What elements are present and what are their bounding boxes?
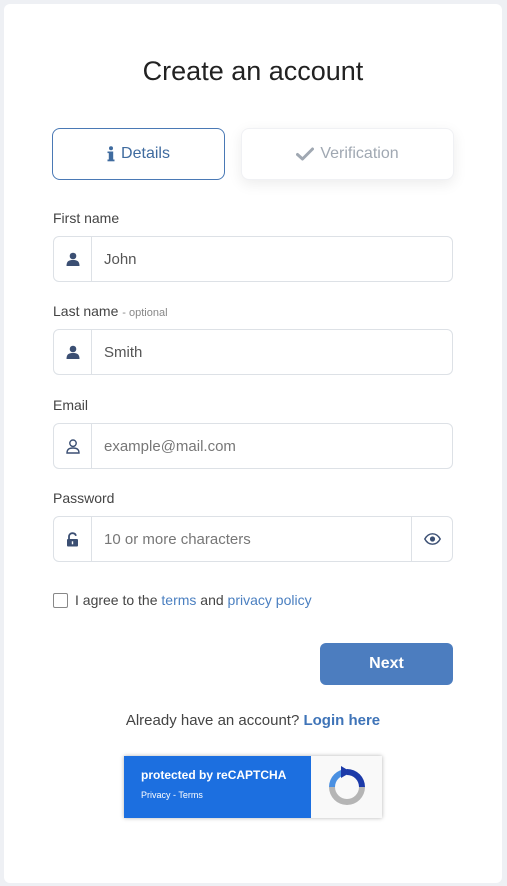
page-title: Create an account [142,56,364,86]
first-name-label: First name [53,210,120,226]
agree-row: I agree to the terms and privacy policy [53,592,312,608]
signup-card: Create an account Details Verification F… [4,4,502,883]
last-name-input[interactable]: Smith [92,330,452,374]
first-name-input[interactable]: John [92,237,452,281]
user-icon [54,330,92,374]
password-input[interactable]: 10 or more characters [92,517,411,561]
tab-verification[interactable]: Verification [241,128,454,180]
recaptcha-badge[interactable]: protected by reCAPTCHA Privacy - Terms [124,756,382,818]
recaptcha-terms-link[interactable]: Terms [178,790,203,800]
password-field[interactable]: 10 or more characters [53,516,453,562]
login-link[interactable]: Login here [303,712,380,729]
eye-icon[interactable] [411,517,452,561]
recaptcha-privacy-link[interactable]: Privacy [141,790,171,800]
next-button[interactable]: Next [320,643,453,685]
recaptcha-links: Privacy - Terms [141,790,311,800]
agree-and: and [200,592,224,608]
password-label: Password [53,490,115,506]
user-outline-icon [54,424,92,468]
info-icon [107,146,115,162]
login-prompt: Already have an account? Login here [4,712,502,729]
agree-checkbox[interactable] [53,592,68,608]
tab-details[interactable]: Details [52,128,225,180]
last-name-label-text: Last name [53,303,119,319]
optional-hint: - optional [122,307,168,319]
last-name-label: Last name - optional [53,303,168,319]
email-input[interactable]: example@mail.com [92,424,452,468]
tab-details-label: Details [121,145,170,162]
privacy-policy-link[interactable]: privacy policy [228,592,312,608]
check-icon [296,147,315,161]
recaptcha-text-panel: protected by reCAPTCHA Privacy - Terms [124,756,311,818]
first-name-field[interactable]: John [53,236,453,282]
terms-link[interactable]: terms [161,592,196,608]
last-name-field[interactable]: Smith [53,329,453,375]
user-icon [54,237,92,281]
login-prompt-text: Already have an account? [125,712,300,729]
email-field[interactable]: example@mail.com [53,423,453,469]
recaptcha-title: protected by reCAPTCHA [141,768,287,782]
unlock-icon [54,517,92,561]
recaptcha-separator: - [173,790,177,800]
agree-prefix: I agree to the [75,592,158,608]
recaptcha-logo-icon [311,756,382,818]
email-label: Email [53,397,89,413]
tab-verification-label: Verification [320,145,399,162]
